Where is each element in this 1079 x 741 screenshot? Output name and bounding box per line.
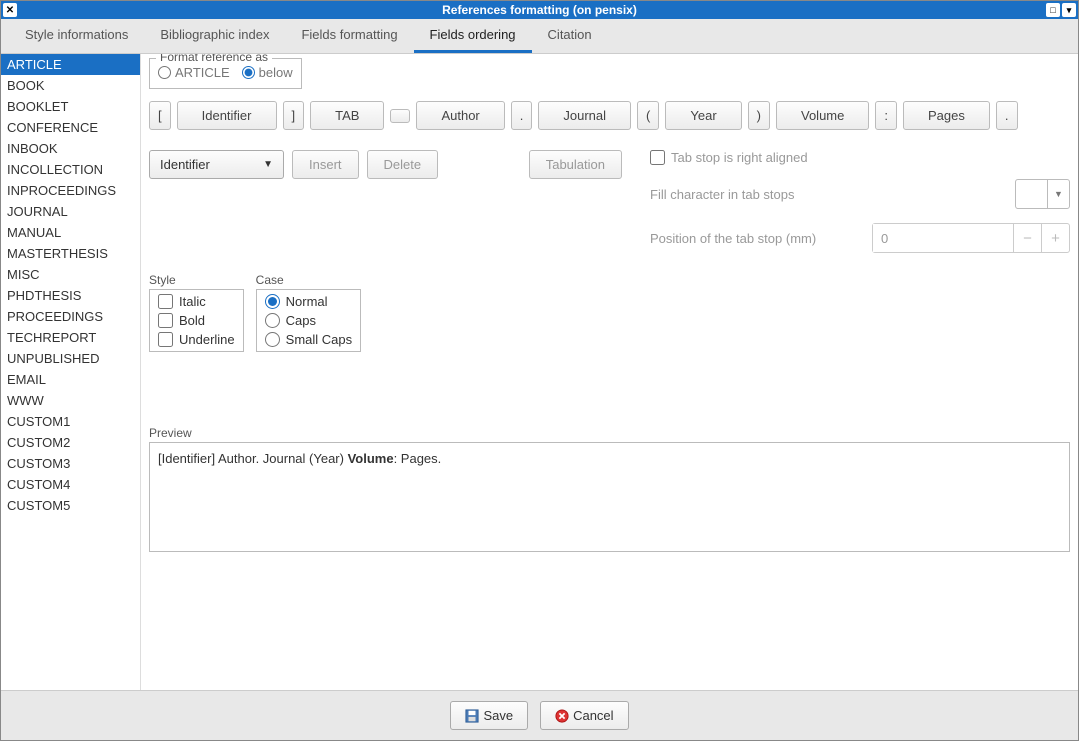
window-controls: □ ▾ (1046, 3, 1076, 17)
delete-button[interactable]: Delete (367, 150, 439, 179)
cancel-button[interactable]: Cancel (540, 701, 628, 730)
checkbox-right-aligned[interactable] (650, 150, 665, 165)
position-label: Position of the tab stop (mm) (650, 231, 830, 246)
sidebar-item-phdthesis[interactable]: PHDTHESIS (1, 285, 140, 306)
sidebar-item-custom3[interactable]: CUSTOM3 (1, 453, 140, 474)
sidebar-item-custom1[interactable]: CUSTOM1 (1, 411, 140, 432)
sidebar-item-incollection[interactable]: INCOLLECTION (1, 159, 140, 180)
titlebar: ✕ References formatting (on pensix) □ ▾ (1, 1, 1078, 19)
sidebar-item-custom2[interactable]: CUSTOM2 (1, 432, 140, 453)
sidebar-item-conference[interactable]: CONFERENCE (1, 117, 140, 138)
token-bar: [Identifier]TABAuthor.Journal(Year)Volum… (149, 101, 1070, 130)
preview-label: Preview (149, 426, 1070, 440)
cancel-icon (555, 709, 569, 723)
chevron-down-icon: ▼ (263, 159, 273, 170)
sidebar-item-custom4[interactable]: CUSTOM4 (1, 474, 140, 495)
close-icon[interactable]: ✕ (3, 3, 17, 17)
sidebar-item-inproceedings[interactable]: INPROCEEDINGS (1, 180, 140, 201)
fill-char-label: Fill character in tab stops (650, 187, 830, 202)
maximize-icon[interactable]: □ (1046, 3, 1060, 17)
sidebar-item-manual[interactable]: MANUAL (1, 222, 140, 243)
case-group: Case Normal Caps Small Caps (256, 273, 361, 352)
token-1[interactable]: Identifier (177, 101, 277, 130)
sidebar-item-unpublished[interactable]: UNPUBLISHED (1, 348, 140, 369)
save-button[interactable]: Save (450, 701, 528, 730)
tab-fields-ordering[interactable]: Fields ordering (414, 19, 532, 53)
sidebar-item-email[interactable]: EMAIL (1, 369, 140, 390)
spinner-up[interactable]: + (1041, 224, 1069, 252)
token-14[interactable]: . (996, 101, 1018, 130)
format-as-group: Format reference as ARTICLE below (149, 58, 302, 89)
chevron-down-icon: ▼ (1047, 180, 1069, 208)
tab-citation[interactable]: Citation (532, 19, 608, 53)
format-as-article[interactable]: ARTICLE (158, 65, 230, 80)
sidebar-item-www[interactable]: WWW (1, 390, 140, 411)
save-icon (465, 709, 479, 723)
identifier-combo[interactable]: Identifier ▼ (149, 150, 284, 179)
position-input[interactable] (873, 224, 1013, 252)
format-as-legend: Format reference as (156, 54, 272, 64)
minimize-icon[interactable]: ▾ (1062, 3, 1076, 17)
token-3[interactable]: TAB (310, 101, 384, 130)
format-as-below[interactable]: below (242, 65, 293, 80)
tab-style-informations[interactable]: Style informations (9, 19, 144, 53)
token-13[interactable]: Pages (903, 101, 990, 130)
main-panel: Format reference as ARTICLE below [Ident… (141, 54, 1078, 690)
sidebar-item-book[interactable]: BOOK (1, 75, 140, 96)
insert-button[interactable]: Insert (292, 150, 359, 179)
position-spinner[interactable]: − + (872, 223, 1070, 253)
style-italic[interactable]: Italic (158, 294, 235, 309)
token-8[interactable]: ( (637, 101, 659, 130)
token-0[interactable]: [ (149, 101, 171, 130)
token-6[interactable]: . (511, 101, 533, 130)
token-11[interactable]: Volume (776, 101, 869, 130)
content: ARTICLEBOOKBOOKLETCONFERENCEINBOOKINCOLL… (1, 54, 1078, 690)
token-10[interactable]: ) (748, 101, 770, 130)
tabulation-button[interactable]: Tabulation (529, 150, 622, 179)
sidebar-item-booklet[interactable]: BOOKLET (1, 96, 140, 117)
sidebar-item-inbook[interactable]: INBOOK (1, 138, 140, 159)
style-group: Style Italic Bold Underline (149, 273, 244, 352)
type-list[interactable]: ARTICLEBOOKBOOKLETCONFERENCEINBOOKINCOLL… (1, 54, 141, 690)
preview-box: [Identifier] Author. Journal (Year) Volu… (149, 442, 1070, 552)
sidebar-item-techreport[interactable]: TECHREPORT (1, 327, 140, 348)
tab-right-aligned[interactable]: Tab stop is right aligned (650, 150, 808, 165)
window: ✕ References formatting (on pensix) □ ▾ … (0, 0, 1079, 741)
token-5[interactable]: Author (416, 101, 504, 130)
case-normal[interactable]: Normal (265, 294, 352, 309)
style-bold[interactable]: Bold (158, 313, 235, 328)
token-9[interactable]: Year (665, 101, 741, 130)
style-underline[interactable]: Underline (158, 332, 235, 347)
case-small[interactable]: Small Caps (265, 332, 352, 347)
sidebar-item-article[interactable]: ARTICLE (1, 54, 140, 75)
token-7[interactable]: Journal (538, 101, 631, 130)
token-2[interactable]: ] (283, 101, 305, 130)
sidebar-item-misc[interactable]: MISC (1, 264, 140, 285)
radio-article[interactable] (158, 66, 171, 79)
tab-bar: Style informationsBibliographic indexFie… (1, 19, 1078, 54)
token-4[interactable] (390, 109, 410, 123)
radio-below[interactable] (242, 66, 255, 79)
sidebar-item-proceedings[interactable]: PROCEEDINGS (1, 306, 140, 327)
sidebar-item-masterthesis[interactable]: MASTERTHESIS (1, 243, 140, 264)
tab-fields-formatting[interactable]: Fields formatting (285, 19, 413, 53)
tab-bibliographic-index[interactable]: Bibliographic index (144, 19, 285, 53)
fill-char-combo[interactable]: ▼ (1015, 179, 1070, 209)
sidebar-item-custom5[interactable]: CUSTOM5 (1, 495, 140, 516)
case-caps[interactable]: Caps (265, 313, 352, 328)
token-12[interactable]: : (875, 101, 897, 130)
spinner-down[interactable]: − (1013, 224, 1041, 252)
window-title: References formatting (on pensix) (442, 3, 637, 17)
footer: Save Cancel (1, 690, 1078, 740)
sidebar-item-journal[interactable]: JOURNAL (1, 201, 140, 222)
